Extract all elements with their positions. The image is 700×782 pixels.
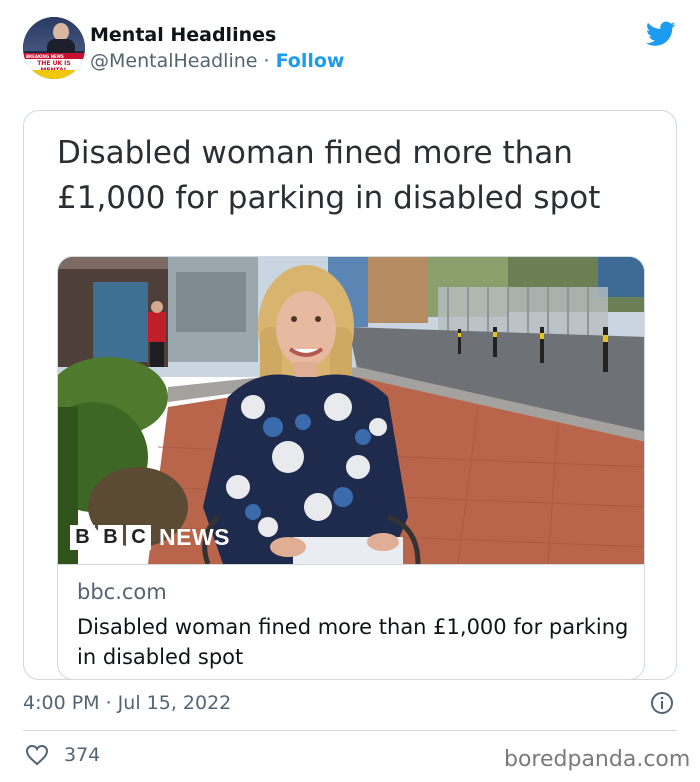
link-preview-meta[interactable]: bbc.com Disabled woman fined more than £…: [58, 564, 644, 679]
article-photo: [58, 257, 644, 564]
bbc-letter-c: C: [126, 524, 151, 550]
divider: [23, 730, 677, 731]
tweet-body-card: Disabled woman fined more than £1,000 fo…: [23, 110, 677, 680]
tweet-timestamp[interactable]: 4:00 PM · Jul 15, 2022: [23, 692, 231, 714]
avatar[interactable]: BREAKING NEWS THE UK IS MENTAL: [23, 17, 85, 79]
author-display-name[interactable]: Mental Headlines: [90, 24, 276, 46]
bbc-news-logo: B B C NEWS: [70, 523, 230, 551]
follow-button[interactable]: Follow: [276, 50, 345, 72]
separator-dot: ·: [257, 50, 276, 72]
author-handle[interactable]: @MentalHeadline: [90, 50, 257, 72]
heart-icon[interactable]: [25, 744, 49, 766]
like-count[interactable]: 374: [64, 744, 100, 766]
bbc-letter-b2: B: [98, 524, 123, 550]
author-handle-row: @MentalHeadline · Follow: [90, 50, 345, 72]
link-domain: bbc.com: [77, 580, 167, 604]
tweet-text: Disabled woman fined more than £1,000 fo…: [57, 135, 601, 216]
info-icon[interactable]: [650, 691, 674, 715]
watermark: boredpanda.com: [504, 747, 691, 772]
bbc-news-word: NEWS: [159, 523, 230, 550]
bbc-letter-b1: B: [70, 524, 95, 550]
link-title: Disabled woman fined more than £1,000 fo…: [77, 615, 629, 669]
article-image[interactable]: B B C NEWS: [58, 257, 644, 564]
link-preview-card[interactable]: B B C NEWS bbc.com Disabled woman fined …: [57, 256, 645, 680]
twitter-bird-icon[interactable]: [646, 21, 676, 47]
tweet-header: BREAKING NEWS THE UK IS MENTAL Mental He…: [23, 17, 683, 79]
